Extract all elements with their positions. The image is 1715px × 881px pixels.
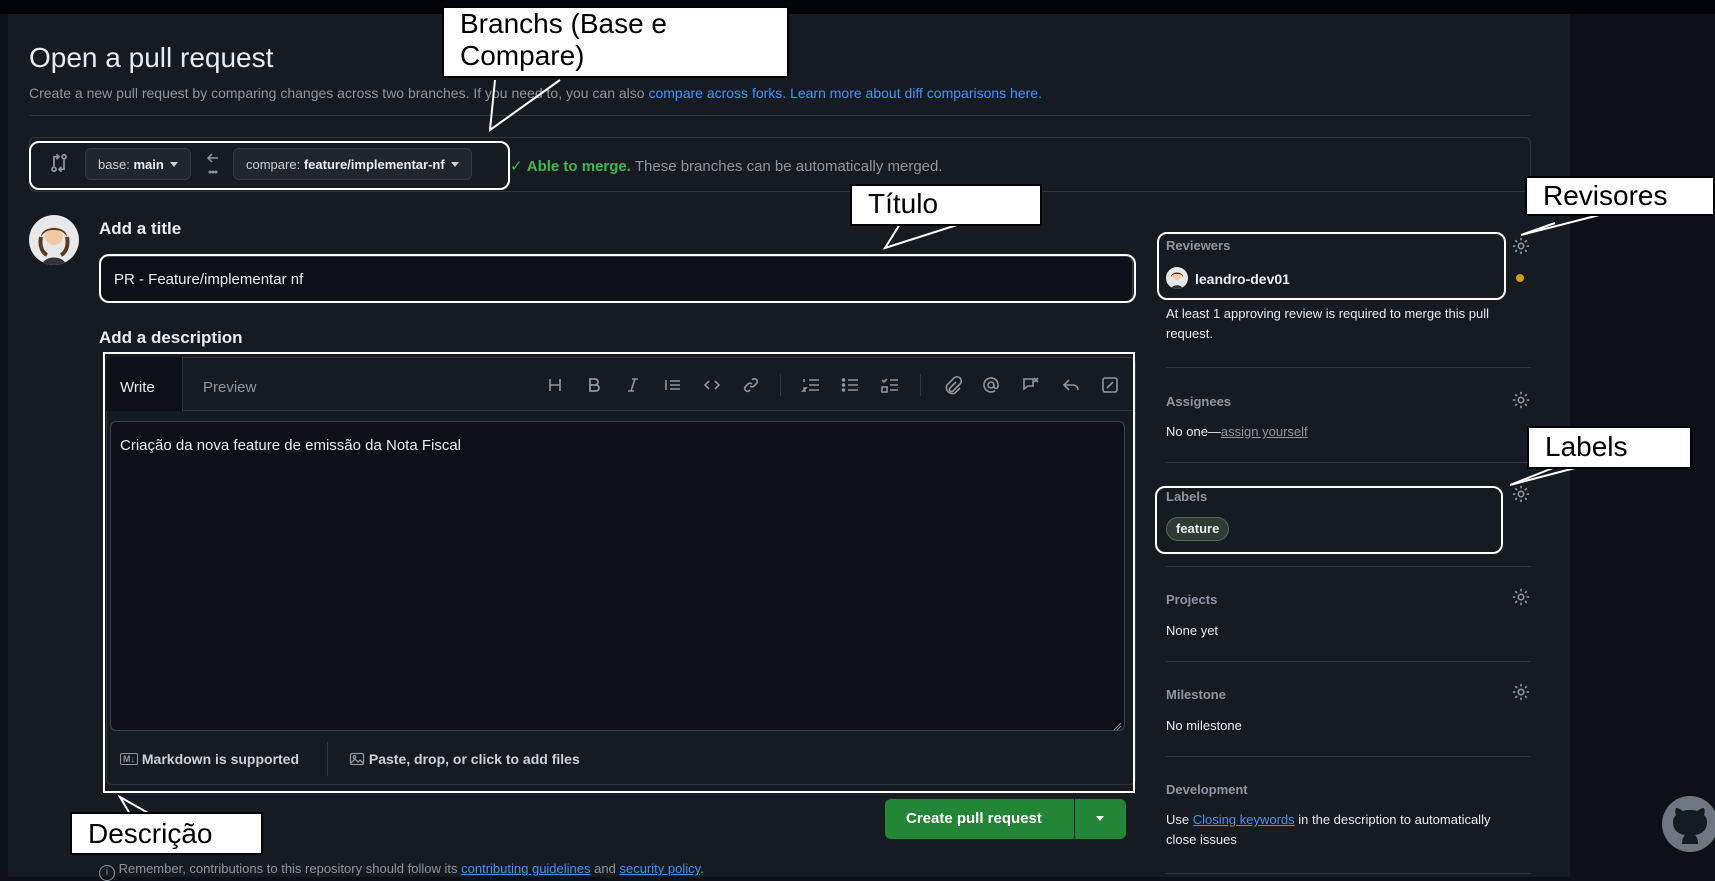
annotation-branchs: Branchs (Base e Compare) <box>442 6 789 78</box>
annotation-titulo: Título <box>850 184 1042 226</box>
annotation-revisores: Revisores <box>1525 176 1715 216</box>
annotation-descricao: Descrição <box>70 812 263 855</box>
callout-pointers <box>117 79 1616 815</box>
annotation-labels: Labels <box>1527 426 1692 469</box>
